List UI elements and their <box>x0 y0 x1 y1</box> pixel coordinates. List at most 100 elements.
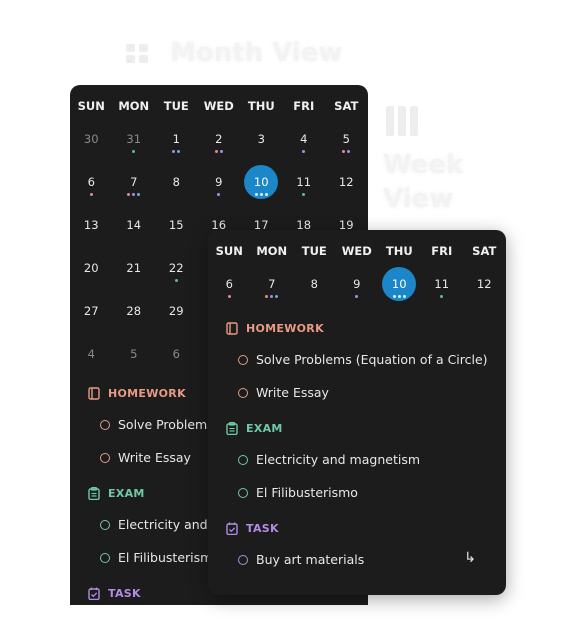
day-cell[interactable]: 6 <box>155 336 198 372</box>
day-cell[interactable]: 29 <box>155 293 198 329</box>
day-cell-today[interactable]: 10 <box>240 164 283 200</box>
agenda-item-label: Electricity and magnetism <box>256 452 421 467</box>
day-number: 11 <box>434 277 450 291</box>
weekday-label-mon: MON <box>118 99 150 113</box>
calendar-check-icon <box>88 587 100 600</box>
day-cell[interactable]: 7 <box>113 164 156 200</box>
month-week-row: 6 7 8 9 10 11 12 <box>70 164 368 200</box>
event-dots <box>421 295 464 298</box>
agenda-item[interactable]: Solve Problems <box>100 417 214 432</box>
day-number: 1 <box>172 132 180 146</box>
agenda-item[interactable]: Solve Problems (Equation of a Circle) <box>238 352 488 367</box>
event-dots <box>155 150 198 153</box>
week-view-icon <box>386 106 420 136</box>
day-cell[interactable]: 14 <box>113 207 156 243</box>
section-label: TASK <box>246 522 279 535</box>
section-header-task: TASK <box>226 522 279 535</box>
day-cell[interactable]: 21 <box>113 250 156 286</box>
day-cell[interactable]: 15 <box>155 207 198 243</box>
agenda-item[interactable]: Electricity and m <box>100 517 224 532</box>
day-number: 3 <box>257 132 265 146</box>
day-cell[interactable]: 20 <box>70 250 113 286</box>
checkbox-circle[interactable] <box>238 354 248 365</box>
day-cell[interactable]: 31 <box>113 121 156 157</box>
agenda-item[interactable]: El Filibusterismo <box>238 485 358 500</box>
weekday-label-wed: WED <box>341 244 372 258</box>
event-dot <box>132 150 136 153</box>
day-cell[interactable]: 11 <box>283 164 326 200</box>
day-cell[interactable]: 3 <box>240 121 283 157</box>
agenda-item[interactable]: Write Essay <box>238 385 329 400</box>
day-number: 20 <box>83 261 99 275</box>
month-week-row: 30 31 1 2 3 4 5 <box>70 121 368 157</box>
checkbox-circle[interactable] <box>100 419 110 430</box>
checkbox-circle[interactable] <box>100 552 110 563</box>
week-weekday-header: SUN MON TUE WED THU FRI SAT <box>208 244 506 258</box>
day-cell[interactable]: 13 <box>70 207 113 243</box>
checkbox-circle[interactable] <box>238 554 248 565</box>
day-cell-today[interactable]: 10 <box>378 266 421 302</box>
event-dot <box>254 193 258 196</box>
checkbox-circle[interactable] <box>100 519 110 530</box>
day-cell[interactable]: 9 <box>336 266 379 302</box>
day-number: 9 <box>353 277 361 291</box>
notebook-icon <box>88 387 100 400</box>
day-number: 12 <box>338 175 354 189</box>
day-cell[interactable]: 5 <box>325 121 368 157</box>
event-dot <box>219 150 223 153</box>
day-cell[interactable]: 5 <box>113 336 156 372</box>
event-dot <box>127 193 131 196</box>
day-cell[interactable]: 1 <box>155 121 198 157</box>
reschedule-arrow-icon[interactable]: ↳ <box>464 550 476 566</box>
event-dot <box>177 150 181 153</box>
section-header-exam: EXAM <box>226 422 283 435</box>
day-cell[interactable]: 2 <box>198 121 241 157</box>
event-dot <box>132 193 136 196</box>
event-dot <box>174 279 178 282</box>
day-cell[interactable]: 12 <box>463 266 506 302</box>
agenda-item[interactable]: Write Essay <box>100 450 191 465</box>
day-cell[interactable]: 4 <box>70 336 113 372</box>
day-cell[interactable]: 27 <box>70 293 113 329</box>
event-dot <box>214 150 218 153</box>
day-cell[interactable]: 7 <box>251 266 294 302</box>
month-weekday-header: SUN MON TUE WED THU FRI SAT <box>70 99 368 113</box>
agenda-item-label: El Filibusterismo <box>118 550 220 565</box>
day-cell[interactable]: 8 <box>155 164 198 200</box>
week-view-panel: SUN MON TUE WED THU FRI SAT 6 7 8 9 10 11 12 HOMEWOR… <box>208 230 506 595</box>
checkbox-circle[interactable] <box>238 454 248 465</box>
weekday-label-wed: WED <box>203 99 234 113</box>
day-cell[interactable]: 8 <box>293 266 336 302</box>
day-cell[interactable]: 9 <box>198 164 241 200</box>
agenda-item[interactable]: Buy art materials <box>238 552 364 567</box>
day-cell[interactable]: 30 <box>70 121 113 157</box>
day-number: 12 <box>476 277 492 291</box>
agenda-item[interactable]: Electricity and magnetism <box>238 452 420 467</box>
day-cell[interactable]: 12 <box>325 164 368 200</box>
event-dots <box>336 295 379 298</box>
event-dots <box>240 193 283 196</box>
agenda-item-label: Buy art materials <box>256 552 365 567</box>
section-header-homework: HOMEWORK <box>88 387 186 400</box>
day-cell[interactable]: 6 <box>208 266 251 302</box>
day-number: 6 <box>172 347 180 361</box>
event-dot <box>355 295 359 298</box>
day-cell[interactable]: 28 <box>113 293 156 329</box>
section-label: EXAM <box>246 422 283 435</box>
event-dot <box>137 193 141 196</box>
day-cell[interactable]: 22 <box>155 250 198 286</box>
event-dot <box>265 295 269 298</box>
checkbox-circle[interactable] <box>100 452 110 463</box>
agenda-item[interactable]: El Filibusterismo <box>100 550 220 565</box>
weekday-label-sun: SUN <box>77 99 105 113</box>
event-dot <box>270 295 274 298</box>
day-cell[interactable]: 11 <box>421 266 464 302</box>
event-dot <box>172 150 176 153</box>
checkbox-circle[interactable] <box>238 387 248 398</box>
checkbox-circle[interactable] <box>238 487 248 498</box>
event-dot <box>275 295 279 298</box>
event-dot <box>302 150 306 153</box>
day-cell[interactable]: 4 <box>283 121 326 157</box>
day-cell[interactable]: 6 <box>70 164 113 200</box>
weekday-label-thu: THU <box>247 99 275 113</box>
